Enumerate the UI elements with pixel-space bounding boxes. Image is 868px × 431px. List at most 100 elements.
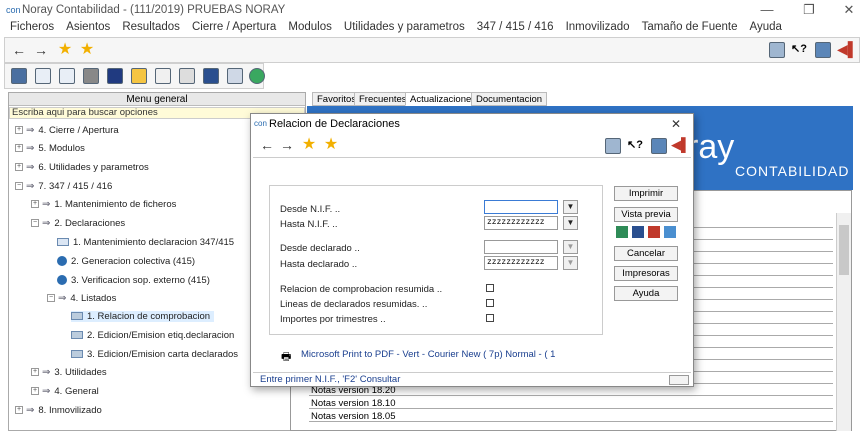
menu-tamano-fuente[interactable]: Tamaño de Fuente — [642, 21, 738, 33]
info-icon[interactable] — [815, 42, 831, 58]
help-cursor-icon[interactable]: ↖? — [791, 42, 807, 55]
desde-declarado-input[interactable] — [484, 240, 558, 254]
vertical-scrollbar[interactable] — [836, 213, 851, 431]
tree-item[interactable]: − ⇒ 7. 347 / 415 / 416 — [15, 181, 112, 192]
list-item[interactable]: Notas version 18.05 — [309, 411, 833, 422]
maximize-button[interactable]: ❐ — [794, 2, 824, 20]
hasta-nif-dropdown-icon[interactable]: ▼ — [563, 216, 578, 230]
menu-utilidades[interactable]: Utilidades y parametros — [344, 21, 465, 33]
import-icon[interactable] — [35, 68, 51, 84]
tab-documentacion[interactable]: Documentacion — [471, 92, 548, 106]
hasta-nif-input[interactable]: zzzzzzzzzzzz — [484, 216, 558, 230]
desde-declarado-dropdown-icon[interactable]: ▼ — [563, 240, 578, 254]
brand-logo-text: ray — [687, 128, 735, 166]
dialog-favorites-icon[interactable]: ★ — [323, 136, 339, 154]
tree-item[interactable]: 3. Verificacion sop. externo (415) — [57, 275, 210, 286]
printer-icon[interactable]: 🖶 — [281, 348, 291, 367]
export-icon[interactable] — [59, 68, 75, 84]
tree-item[interactable]: − ⇒ 2. Declaraciones — [31, 218, 125, 229]
hasta-nif-label: Hasta N.I.F. .. — [280, 219, 338, 230]
back-arrow-icon[interactable]: ← — [11, 41, 27, 59]
title-bar: con Noray Contabilidad - (111/2019) PRUE… — [0, 0, 868, 22]
app-toolbar — [4, 63, 265, 89]
nav-toolbar: ← → ★ ★ ↖? ◀▌ — [4, 37, 860, 63]
tree-item[interactable]: + ⇒ 8. Inmovilizado — [15, 405, 102, 416]
tree-item[interactable]: 3. Edicion/Emision carta declarados — [71, 349, 238, 360]
tree-item[interactable]: 1. Mantenimiento declaracion 347/415 — [57, 237, 234, 248]
hasta-declarado-input[interactable]: zzzzzzzzzzzz — [484, 256, 558, 270]
tree-item[interactable]: + ⇒ 4. Cierre / Apertura — [15, 125, 119, 136]
minimize-button[interactable]: — — [752, 2, 782, 20]
menu-347[interactable]: 347 / 415 / 416 — [477, 21, 554, 33]
check-label-resumida: Relacion de comprobacion resumida .. — [280, 284, 443, 295]
dialog-title-text: Relacion de Declaraciones — [269, 118, 400, 130]
window-icon[interactable] — [203, 68, 219, 84]
scroll-thumb[interactable] — [839, 225, 849, 275]
calendar-icon[interactable] — [155, 68, 171, 84]
dialog-exit-icon[interactable]: ◀▌ — [671, 137, 690, 153]
dialog-star-icon[interactable]: ★ — [301, 136, 317, 154]
desde-nif-dropdown-icon[interactable]: ▼ — [563, 200, 578, 214]
tree-item[interactable]: + ⇒ 6. Utilidades y parametros — [15, 162, 149, 173]
tab-bar: Favoritos Frecuentes Actualizaciones Doc… — [310, 92, 850, 106]
excel-icon[interactable] — [616, 226, 628, 238]
dialog-info-icon[interactable] — [651, 138, 667, 154]
tab-actualizaciones[interactable]: Actualizaciones — [405, 92, 482, 106]
tree-item[interactable]: 2. Generacion colectiva (415) — [57, 256, 195, 267]
menu-asientos[interactable]: Asientos — [66, 21, 110, 33]
tree-item[interactable]: + ⇒ 5. Modulos — [15, 143, 85, 154]
tree-item[interactable]: + ⇒ 3. Utilidades — [31, 367, 107, 378]
building-icon[interactable] — [11, 68, 27, 84]
star-icon[interactable]: ★ — [57, 41, 73, 59]
exit-icon[interactable]: ◀▌ — [837, 41, 858, 58]
dialog-status-bar: Entre primer N.I.F., 'F2' Consultar — [253, 372, 691, 386]
dialog-save-icon[interactable] — [605, 138, 621, 154]
printer-selection[interactable]: Microsoft Print to PDF - Vert - Courier … — [301, 349, 555, 360]
imprimir-button[interactable]: Imprimir — [614, 186, 678, 201]
save-icon[interactable] — [769, 42, 785, 58]
desde-nif-label: Desde N.I.F. .. — [280, 204, 341, 215]
desde-nif-input[interactable] — [484, 200, 558, 214]
hasta-declarado-dropdown-icon[interactable]: ▼ — [563, 256, 578, 270]
key-icon[interactable] — [131, 68, 147, 84]
tree-item[interactable]: 2. Edicion/Emision etiq.declaracion — [71, 330, 234, 341]
tree-item[interactable]: − ⇒ 4. Listados — [47, 293, 116, 304]
app-logo-icon: con — [6, 5, 21, 15]
tree-item-selected[interactable]: 1. Relacion de comprobacion — [71, 311, 215, 322]
dialog-help-icon[interactable]: ↖? — [627, 138, 643, 151]
pdf-icon[interactable] — [648, 226, 660, 238]
email-icon[interactable] — [664, 226, 676, 238]
close-button[interactable]: ✕ — [834, 2, 864, 20]
eraser-icon[interactable] — [83, 68, 99, 84]
menu-ayuda[interactable]: Ayuda — [750, 21, 782, 33]
dialog-back-icon[interactable]: ← — [259, 136, 275, 154]
word-icon[interactable] — [632, 226, 644, 238]
impresoras-button[interactable]: Impresoras — [614, 266, 678, 281]
menu-cierre-apertura[interactable]: Cierre / Apertura — [192, 21, 276, 33]
dialog-close-icon[interactable]: ✕ — [671, 114, 681, 134]
dialog-forward-icon[interactable]: → — [279, 136, 295, 154]
brand-subtitle: CONTABILIDAD — [735, 163, 850, 179]
globe-icon[interactable] — [249, 68, 265, 84]
settings-icon[interactable] — [179, 68, 195, 84]
menu-inmovilizado[interactable]: Inmovilizado — [566, 21, 630, 33]
layout-icon[interactable] — [227, 68, 243, 84]
menu-modulos[interactable]: Modulos — [288, 21, 331, 33]
menu-resultados[interactable]: Resultados — [122, 21, 180, 33]
tree-item[interactable]: + ⇒ 1. Mantenimiento de ficheros — [31, 199, 176, 210]
menu-ficheros[interactable]: Ficheros — [10, 21, 54, 33]
forward-arrow-icon[interactable]: → — [33, 41, 49, 59]
check-resumida[interactable] — [486, 284, 494, 292]
list-item[interactable]: Notas version 18.10 — [309, 398, 833, 409]
check-lineas[interactable] — [486, 299, 494, 307]
chart-icon[interactable] — [107, 68, 123, 84]
vista-previa-button[interactable]: Vista previa — [614, 207, 678, 222]
check-trimestres[interactable] — [486, 314, 494, 322]
tab-frecuentes[interactable]: Frecuentes — [354, 92, 412, 106]
dialog-toolbar: ← → ★ ★ ↖? ◀▌ — [253, 134, 691, 158]
cancelar-button[interactable]: Cancelar — [614, 246, 678, 261]
desde-declarado-label: Desde declarado .. — [280, 243, 360, 254]
ayuda-button[interactable]: Ayuda — [614, 286, 678, 301]
tree-item[interactable]: + ⇒ 4. General — [31, 386, 99, 397]
favorites-star-icon[interactable]: ★ — [79, 41, 95, 59]
